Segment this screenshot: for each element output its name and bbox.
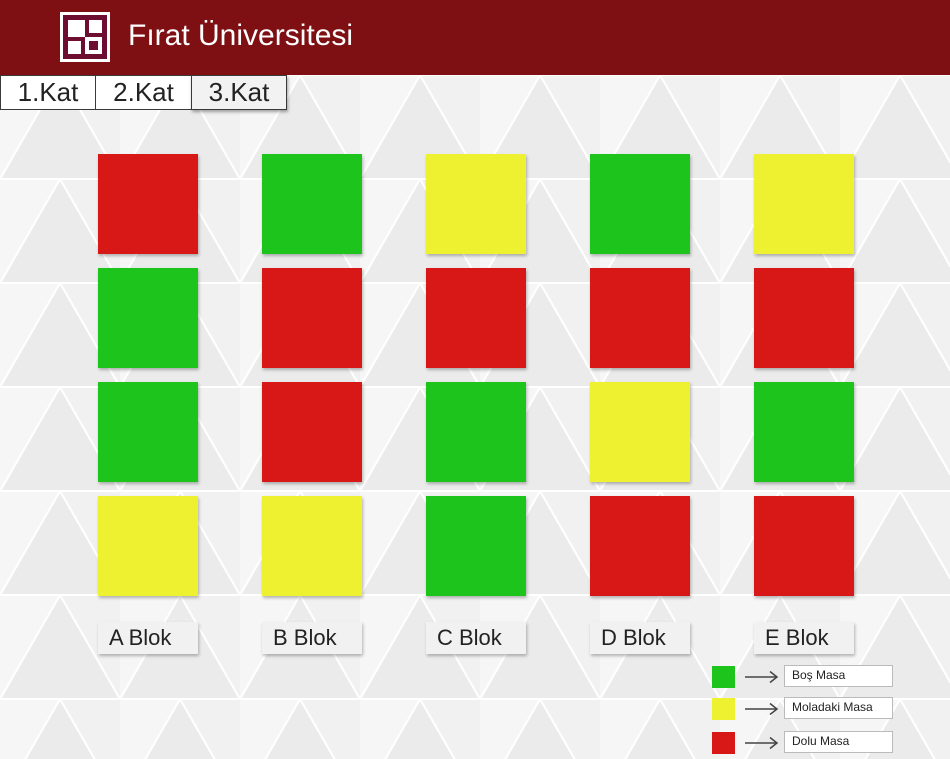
tab-floor-3[interactable]: 3.Kat — [191, 75, 287, 110]
desk-d-3[interactable] — [590, 382, 690, 482]
legend-swatch-break — [712, 698, 735, 720]
desk-d-4[interactable] — [590, 496, 690, 596]
desk-a-2[interactable] — [98, 268, 198, 368]
tab-floor-1[interactable]: 1.Kat — [0, 75, 96, 110]
desk-d-1[interactable] — [590, 154, 690, 254]
arrow-right-icon — [745, 670, 779, 684]
desk-c-3[interactable] — [426, 382, 526, 482]
app-header: Fırat Üniversitesi — [0, 0, 950, 75]
desk-e-1[interactable] — [754, 154, 854, 254]
tab-floor-2[interactable]: 2.Kat — [95, 75, 192, 110]
block-label-d: D Blok — [590, 622, 690, 654]
desk-b-3[interactable] — [262, 382, 362, 482]
legend-label-break: Moladaki Masa — [784, 697, 893, 719]
desk-c-2[interactable] — [426, 268, 526, 368]
block-label-c: C Blok — [426, 622, 526, 654]
university-logo-icon — [60, 12, 110, 62]
arrow-right-icon — [745, 736, 779, 750]
legend-label-empty: Boş Masa — [784, 665, 893, 687]
desk-d-2[interactable] — [590, 268, 690, 368]
legend-swatch-empty — [712, 666, 735, 688]
legend-label-full: Dolu Masa — [784, 731, 893, 753]
legend-swatch-full — [712, 732, 735, 754]
desk-e-3[interactable] — [754, 382, 854, 482]
desk-b-4[interactable] — [262, 496, 362, 596]
block-label-e: E Blok — [754, 622, 854, 654]
desk-e-4[interactable] — [754, 496, 854, 596]
desk-e-2[interactable] — [754, 268, 854, 368]
desk-c-4[interactable] — [426, 496, 526, 596]
block-label-b: B Blok — [262, 622, 362, 654]
app-title: Fırat Üniversitesi — [128, 19, 354, 52]
desk-b-2[interactable] — [262, 268, 362, 368]
desk-c-1[interactable] — [426, 154, 526, 254]
arrow-right-icon — [745, 702, 779, 716]
desk-a-4[interactable] — [98, 496, 198, 596]
desk-b-1[interactable] — [262, 154, 362, 254]
desk-a-3[interactable] — [98, 382, 198, 482]
block-label-a: A Blok — [98, 622, 198, 654]
desk-a-1[interactable] — [98, 154, 198, 254]
